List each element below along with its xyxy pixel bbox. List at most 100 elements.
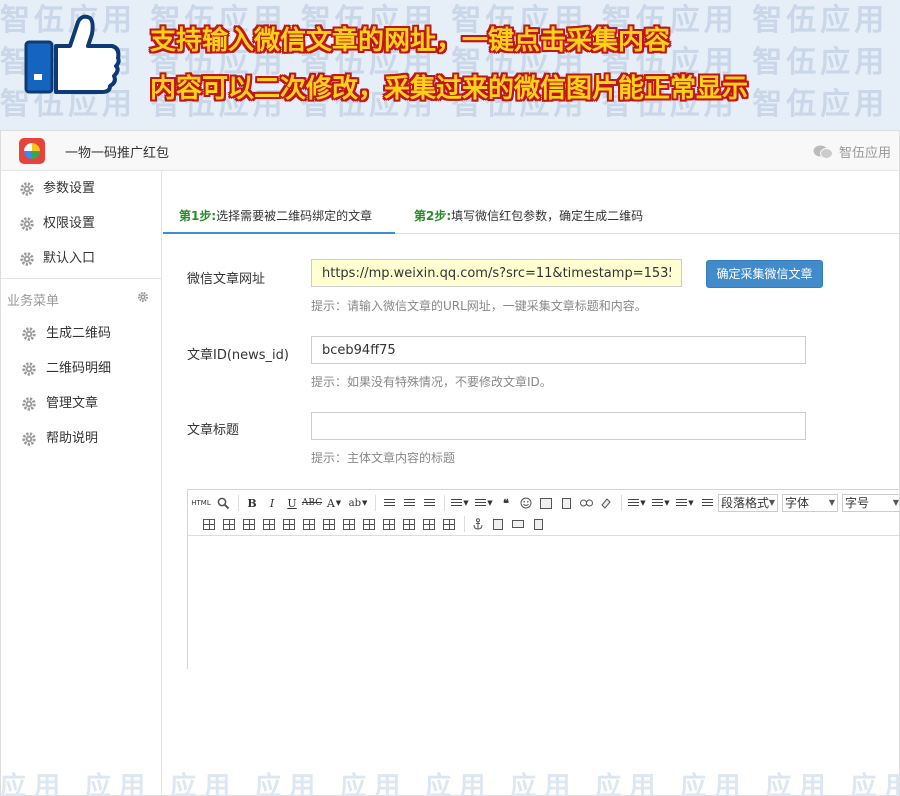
split-cells-icon[interactable] <box>400 515 418 533</box>
image-icon[interactable] <box>537 494 555 512</box>
brand-label: 智伍应用 <box>838 146 891 161</box>
sidebar-item-label: 帮助说明 <box>46 431 99 446</box>
promo-line-2: 内容可以二次修改，采集过来的微信图片能正常显示 <box>150 74 749 104</box>
line-height-icon[interactable]: ▼ <box>626 494 648 512</box>
align-right-icon[interactable] <box>420 494 438 512</box>
url-label: 微信文章网址 <box>187 272 266 287</box>
tab-step-1[interactable]: 第1步:选择需要被二维码绑定的文章 <box>179 207 372 224</box>
tab-step-2[interactable]: 第2步:填写微信红包参数，确定生成二维码 <box>414 207 643 224</box>
promo-line-1: 支持输入微信文章的网址，一键点击采集内容 <box>150 26 671 56</box>
bold-label: B <box>247 496 257 510</box>
brand-link[interactable]: 智伍应用 <box>813 142 891 161</box>
font-size-select[interactable]: 字号 ▼ <box>842 494 899 512</box>
title-help-text: 提示：主体文章内容的标题 <box>311 451 456 465</box>
italic-button[interactable]: I <box>263 494 281 512</box>
merge-down-icon[interactable] <box>380 515 398 533</box>
sidebar-item-help[interactable]: 帮助说明 <box>1 422 161 456</box>
strikethrough-label: ABC <box>301 498 323 508</box>
merge-right-icon[interactable] <box>360 515 378 533</box>
app-logo-icon <box>19 138 45 164</box>
thumbs-up-icon <box>24 14 121 94</box>
split-rows-icon[interactable] <box>420 515 438 533</box>
anchor-icon[interactable] <box>469 515 487 533</box>
paragraph-format-select[interactable]: 段落格式 ▼ <box>718 494 778 512</box>
news-id-input[interactable] <box>311 336 806 364</box>
bold-button[interactable]: B <box>243 494 261 512</box>
table-properties-icon[interactable] <box>220 515 238 533</box>
blockquote-label: ❝ <box>503 496 509 510</box>
gear-icon <box>20 182 34 196</box>
underline-button[interactable]: U <box>283 494 301 512</box>
ordered-list-icon[interactable]: ▼ <box>449 494 471 512</box>
table-icon[interactable] <box>200 515 218 533</box>
article-url-input[interactable] <box>311 259 682 287</box>
main-content: 第1步:选择需要被二维码绑定的文章 第2步:填写微信红包参数，确定生成二维码 微… <box>163 171 899 795</box>
sidebar-item-label: 管理文章 <box>46 396 99 411</box>
text-direction-icon[interactable] <box>698 494 716 512</box>
group-settings-icon[interactable] <box>137 291 149 303</box>
collect-article-button[interactable]: 确定采集微信文章 <box>706 260 823 288</box>
print-icon[interactable] <box>509 515 527 533</box>
url-help-text: 提示：请输入微信文章的URL网址，一键采集文章标题和内容。 <box>311 299 647 313</box>
search-icon[interactable] <box>214 494 232 512</box>
split-cols-icon[interactable] <box>440 515 458 533</box>
page-break-icon[interactable] <box>489 515 507 533</box>
blockquote-button[interactable]: ❝ <box>497 494 515 512</box>
sidebar-item-label: 参数设置 <box>43 181 96 196</box>
delete-col-icon[interactable] <box>300 515 318 533</box>
article-title-input[interactable] <box>311 412 806 440</box>
wechat-icon <box>813 145 833 159</box>
font-color-button[interactable]: A ▼ <box>323 494 345 512</box>
tab-label: 填写微信红包参数，确定生成二维码 <box>451 209 644 223</box>
title-label: 文章标题 <box>187 423 240 438</box>
editor-toolbar: HTML B I U ABC A ▼ ab ▼ ▼ ▼ ❝ ▼ ▼ ▼ 段落格式… <box>188 490 899 536</box>
highlight-color-button[interactable]: ab ▼ <box>347 494 369 512</box>
sidebar-item-generate-qr[interactable]: 生成二维码 <box>1 317 161 351</box>
editor-content-area[interactable] <box>188 536 899 670</box>
link-icon[interactable] <box>577 494 595 512</box>
highlight-icon: ab <box>348 497 361 509</box>
tab-label: 选择需要被二维码绑定的文章 <box>216 209 373 223</box>
font-size-label: 字号 <box>845 496 870 510</box>
merge-cells-icon[interactable] <box>340 515 358 533</box>
insert-col-icon[interactable] <box>280 515 298 533</box>
gear-icon <box>20 217 34 231</box>
bottom-watermark: 应用 应用 应用 应用 应用 应用 应用 应用 应用 应用 应用 应用 <box>0 772 900 796</box>
html-source-button[interactable]: HTML <box>190 494 212 512</box>
sidebar-item-default-entry[interactable]: 默认入口 <box>1 242 161 276</box>
promo-banner: 智伍应用 智伍应用 智伍应用 智伍应用 智伍应用 智伍应用 智伍应用 智伍应用 … <box>0 0 900 130</box>
dropdown-arrow-icon: ▼ <box>361 499 368 507</box>
toolbar-separator <box>238 495 239 511</box>
unordered-list-icon[interactable]: ▼ <box>473 494 495 512</box>
indent-icon[interactable]: ▼ <box>674 494 696 512</box>
sidebar: 参数设置 权限设置 默认入口 业务菜单 生成二维码 二维码明细 管理文章 帮助说… <box>1 171 162 795</box>
paragraph-spacing-icon[interactable]: ▼ <box>650 494 672 512</box>
html-source-label: HTML <box>191 499 211 507</box>
toolbar-separator <box>621 495 622 511</box>
delete-row-icon[interactable] <box>260 515 278 533</box>
video-icon[interactable] <box>557 494 575 512</box>
sidebar-item-label: 默认入口 <box>43 251 96 266</box>
dropdown-arrow-icon: ▼ <box>335 499 342 507</box>
sidebar-item-params[interactable]: 参数设置 <box>1 172 161 206</box>
strikethrough-button[interactable]: ABC <box>301 494 323 512</box>
insert-col-after-icon[interactable] <box>320 515 338 533</box>
preview-icon[interactable] <box>529 515 547 533</box>
sidebar-item-permissions[interactable]: 权限设置 <box>1 207 161 241</box>
toolbar-row-1: HTML B I U ABC A ▼ ab ▼ ▼ ▼ ❝ ▼ ▼ ▼ 段落格式… <box>190 493 899 513</box>
font-family-select[interactable]: 字体 ▼ <box>782 494 838 512</box>
align-center-icon[interactable] <box>400 494 418 512</box>
sidebar-item-manage-articles[interactable]: 管理文章 <box>1 387 161 421</box>
insert-row-icon[interactable] <box>240 515 258 533</box>
emoji-icon[interactable] <box>517 494 535 512</box>
sidebar-item-qr-details[interactable]: 二维码明细 <box>1 352 161 386</box>
eraser-icon[interactable] <box>597 494 615 512</box>
top-bar: 一物一码推广红包 智伍应用 <box>1 131 899 171</box>
sidebar-item-label: 二维码明细 <box>46 361 112 376</box>
toolbar-separator <box>464 516 465 532</box>
news-id-help-text: 提示：如果没有特殊情况，不要修改文章ID。 <box>311 375 552 389</box>
step-tabs: 第1步:选择需要被二维码绑定的文章 第2步:填写微信红包参数，确定生成二维码 <box>163 195 899 234</box>
sidebar-item-label: 权限设置 <box>43 216 96 231</box>
toolbar-separator <box>375 495 376 511</box>
align-left-icon[interactable] <box>380 494 398 512</box>
